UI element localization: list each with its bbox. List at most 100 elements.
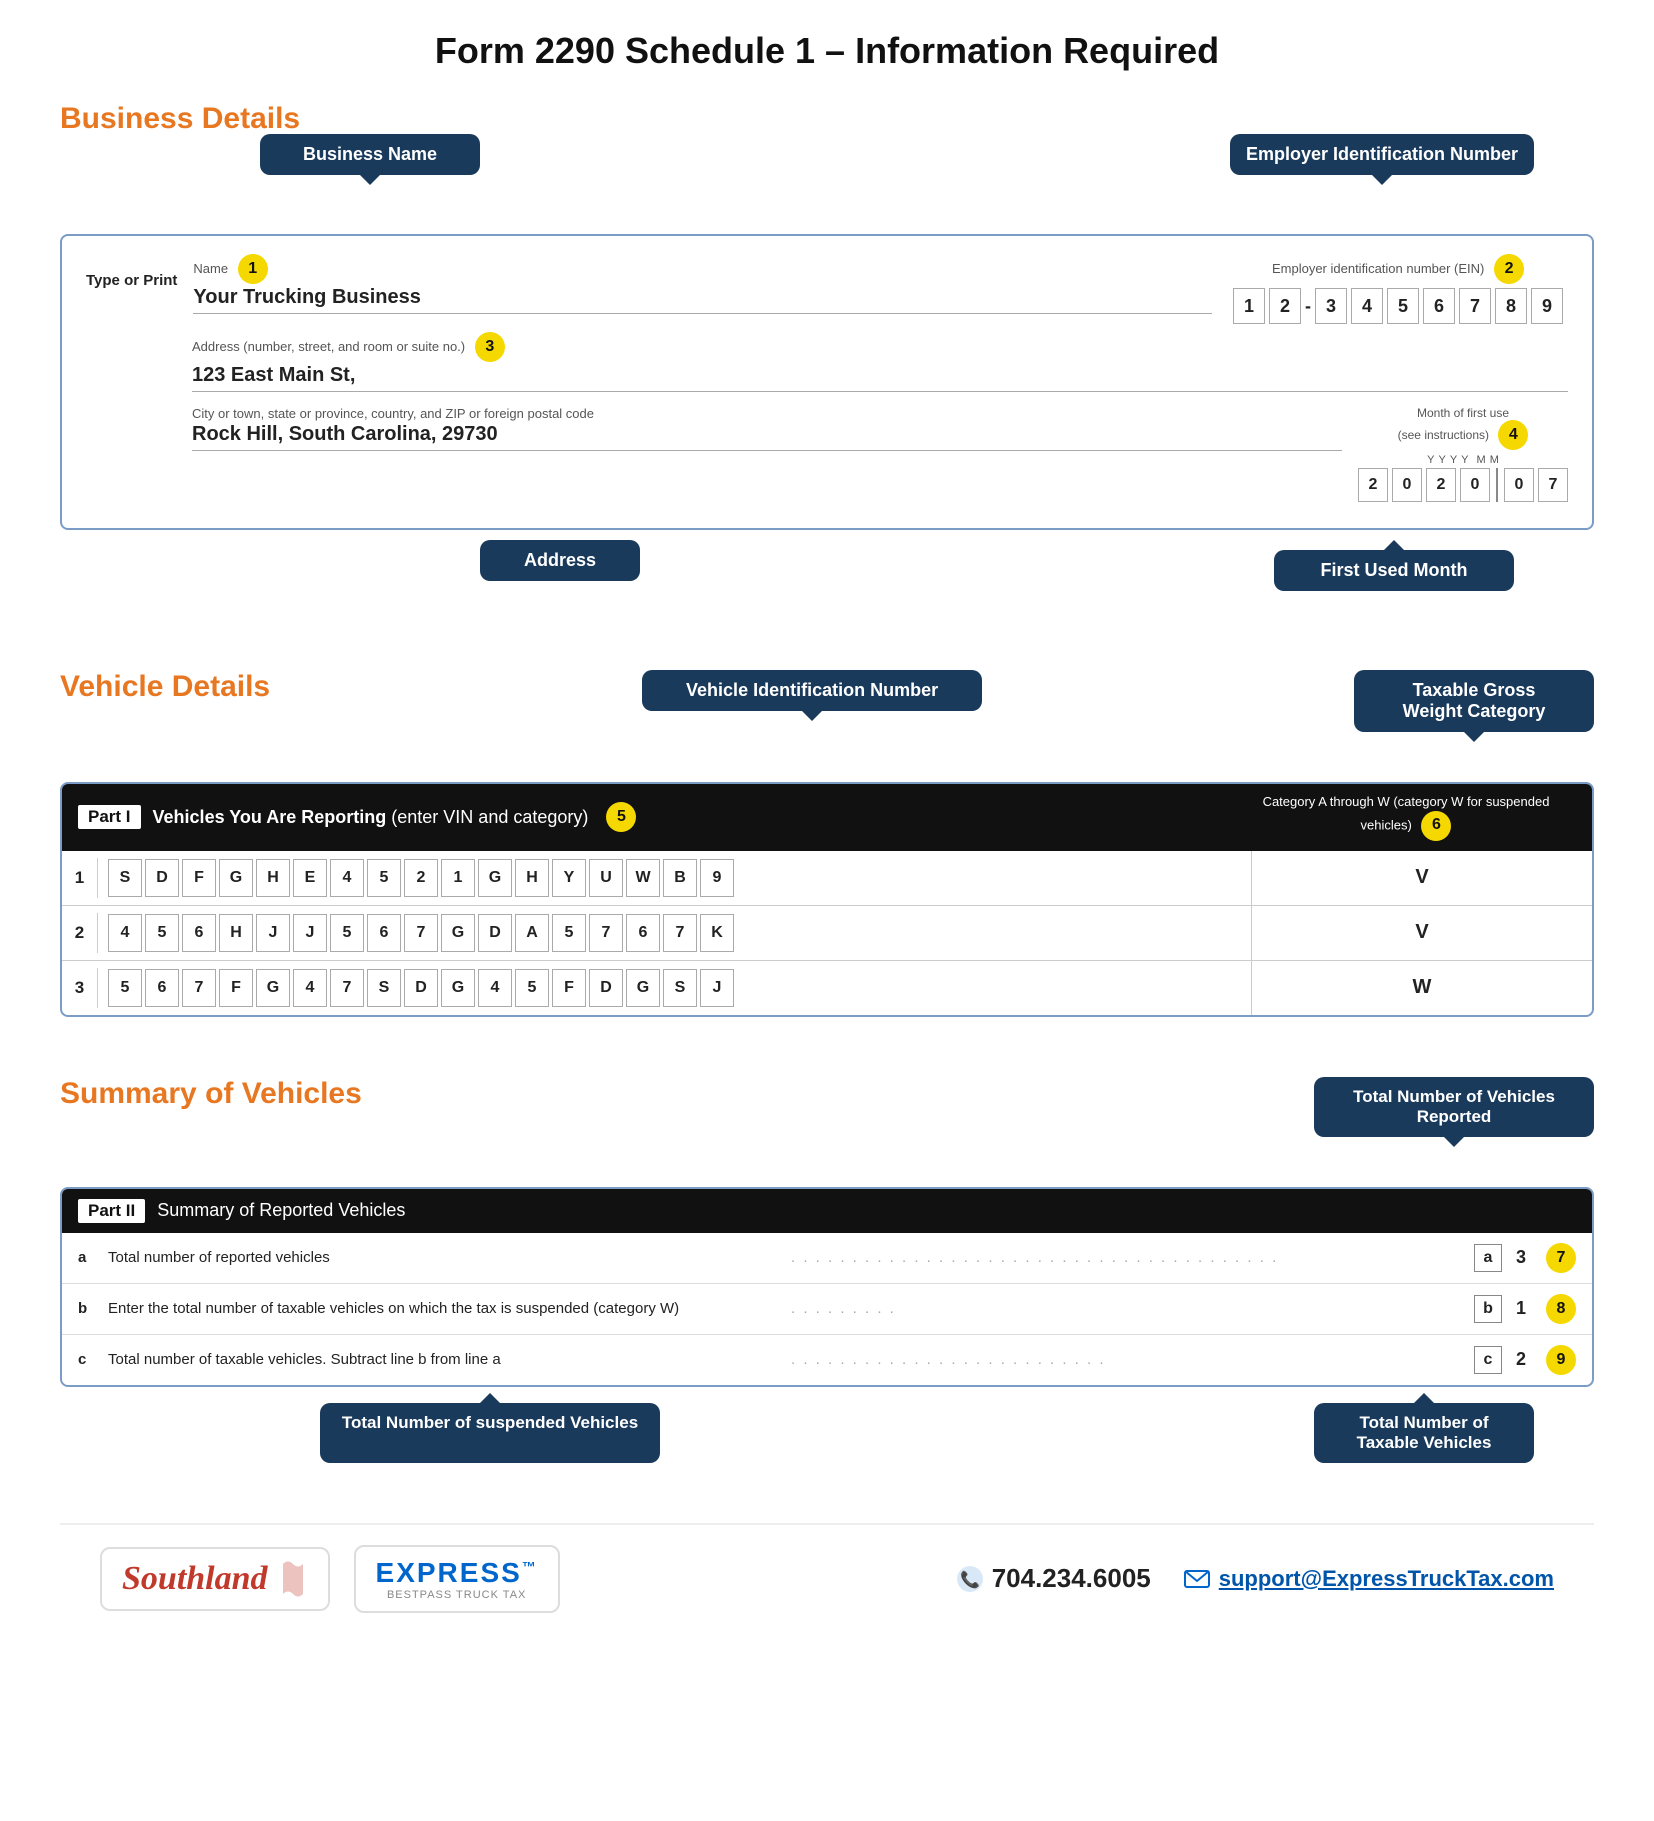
address-value: 123 East Main St, — [192, 364, 1568, 392]
result-value-b: 1 — [1506, 1298, 1536, 1319]
summary-box: Part II Summary of Reported Vehicles a T… — [60, 1187, 1594, 1387]
month-digit-2: 0 — [1392, 468, 1422, 502]
name-badge: 1 — [238, 254, 268, 284]
business-section-title: Business Details — [60, 102, 1594, 136]
ein-label: Employer identification number (EIN) 2 — [1228, 254, 1568, 284]
vehicle-table-header: Part I Vehicles You Are Reporting (enter… — [62, 784, 1592, 851]
footer: Southland EXPRESS™ BESTPASS TRUCK TAX 📞 … — [60, 1523, 1594, 1633]
vin-cells-3: 5 6 7 F G 4 7 S D G 4 5 F D G S J — [98, 961, 1252, 1015]
cat-cell-1: V — [1252, 856, 1592, 899]
vin-cell: W — [626, 859, 660, 897]
row-b-letter: b — [78, 1300, 98, 1317]
vin-cell: G — [626, 969, 660, 1007]
ein-digit-7: 7 — [1459, 288, 1491, 324]
business-name-tooltip: Business Name — [260, 134, 480, 175]
vin-cell: F — [219, 969, 253, 1007]
row-c-letter: c — [78, 1351, 98, 1368]
address-tooltip: Address — [480, 540, 640, 581]
name-label: Name 1 — [193, 254, 1212, 284]
ein-boxes: 1 2 - 3 4 5 6 7 8 9 — [1228, 288, 1568, 324]
vin-cells-1: S D F G H E 4 5 2 1 G H Y U W B 9 — [98, 851, 1252, 905]
vin-cell: G — [219, 859, 253, 897]
vin-cell: H — [256, 859, 290, 897]
summary-header: Part II Summary of Reported Vehicles — [62, 1189, 1592, 1233]
row-a-result: a 3 7 — [1474, 1243, 1576, 1273]
svg-text:📞: 📞 — [960, 1569, 980, 1589]
vin-cell: 4 — [330, 859, 364, 897]
vehicle-row-1: 1 S D F G H E 4 5 2 1 G H Y U W B 9 V — [62, 851, 1592, 906]
result-letter-b: b — [1474, 1295, 1502, 1323]
row-a-text: Total number of reported vehicles — [108, 1249, 791, 1266]
vin-cell: F — [552, 969, 586, 1007]
row-num-2: 2 — [62, 913, 98, 953]
row-num-3: 3 — [62, 968, 98, 1008]
vin-cell: 7 — [589, 914, 623, 952]
vin-cell: 4 — [293, 969, 327, 1007]
vin-cell: J — [293, 914, 327, 952]
result-value-c: 2 — [1506, 1349, 1536, 1370]
contact-email[interactable]: support@ExpressTruckTax.com — [1183, 1565, 1554, 1593]
summary-section-title: Summary of Vehicles — [60, 1077, 362, 1111]
city-value: Rock Hill, South Carolina, 29730 — [192, 423, 1342, 451]
month-divider — [1496, 468, 1498, 502]
row-c-text: Total number of taxable vehicles. Subtra… — [108, 1351, 791, 1368]
vin-cell: H — [219, 914, 253, 952]
total-reported-tooltip: Total Number of VehiclesReported — [1314, 1077, 1594, 1137]
vin-cell: G — [478, 859, 512, 897]
ein-digit-8: 8 — [1495, 288, 1527, 324]
vin-cell: 6 — [367, 914, 401, 952]
vin-cell: 5 — [108, 969, 142, 1007]
city-label: City or town, state or province, country… — [192, 406, 1342, 421]
taxable-tooltip: Total Number ofTaxable Vehicles — [1314, 1403, 1534, 1463]
email-address[interactable]: support@ExpressTruckTax.com — [1219, 1566, 1554, 1592]
vin-cell: D — [404, 969, 438, 1007]
ein-digit-1: 1 — [1233, 288, 1265, 324]
page-title: Form 2290 Schedule 1 – Information Requi… — [60, 30, 1594, 72]
vin-cell: 5 — [552, 914, 586, 952]
month-digit-6: 7 — [1538, 468, 1568, 502]
category-badge: 6 — [1421, 811, 1451, 841]
ein-digit-2: 2 — [1269, 288, 1301, 324]
summary-row-c: c Total number of taxable vehicles. Subt… — [62, 1335, 1592, 1385]
vin-cells-2: 4 5 6 H J J 5 6 7 G D A 5 7 6 7 K — [98, 906, 1252, 960]
part-i-badge: Part I — [78, 805, 141, 829]
vin-cell: A — [515, 914, 549, 952]
vin-cell: D — [478, 914, 512, 952]
ein-digit-3: 3 — [1315, 288, 1347, 324]
vehicle-section-title: Vehicle Details — [60, 670, 270, 704]
vehicle-row-2: 2 4 5 6 H J J 5 6 7 G D A 5 7 6 7 K V — [62, 906, 1592, 961]
badge-9: 9 — [1546, 1345, 1576, 1375]
email-icon — [1183, 1565, 1211, 1593]
vin-cell: 7 — [663, 914, 697, 952]
name-value: Your Trucking Business — [193, 286, 1212, 314]
result-letter-a: a — [1474, 1244, 1502, 1272]
vin-cell: G — [256, 969, 290, 1007]
vin-cell: S — [108, 859, 142, 897]
vin-cell: K — [700, 914, 734, 952]
month-label: Month of first use(see instructions) 4 — [1358, 406, 1568, 450]
vin-cell: B — [663, 859, 697, 897]
month-digit-1: 2 — [1358, 468, 1388, 502]
southland-logo: Southland — [122, 1560, 268, 1598]
vin-cell: 7 — [182, 969, 216, 1007]
row-c-dots: . . . . . . . . . . . . . . . . . . . . … — [791, 1351, 1474, 1368]
vehicle-header-text: Vehicles You Are Reporting (enter VIN an… — [153, 807, 589, 828]
footer-logos: Southland EXPRESS™ BESTPASS TRUCK TAX — [100, 1545, 560, 1613]
row-b-result: b 1 8 — [1474, 1294, 1576, 1324]
vin-cell: D — [589, 969, 623, 1007]
vin-cell: 5 — [145, 914, 179, 952]
row-a-letter: a — [78, 1249, 98, 1266]
ein-digit-4: 4 — [1351, 288, 1383, 324]
ein-digit-9: 9 — [1531, 288, 1563, 324]
vin-cell: 4 — [108, 914, 142, 952]
vin-cell: 2 — [404, 859, 438, 897]
month-digit-3: 2 — [1426, 468, 1456, 502]
summary-header-text: Summary of Reported Vehicles — [157, 1200, 405, 1221]
vin-cell: G — [441, 969, 475, 1007]
vehicle-header-badge: 5 — [606, 802, 636, 832]
type-or-print-label: Type or Print — [86, 254, 177, 289]
address-badge: 3 — [475, 332, 505, 362]
vin-cell: J — [256, 914, 290, 952]
ein-digit-6: 6 — [1423, 288, 1455, 324]
month-badge: 4 — [1498, 420, 1528, 450]
